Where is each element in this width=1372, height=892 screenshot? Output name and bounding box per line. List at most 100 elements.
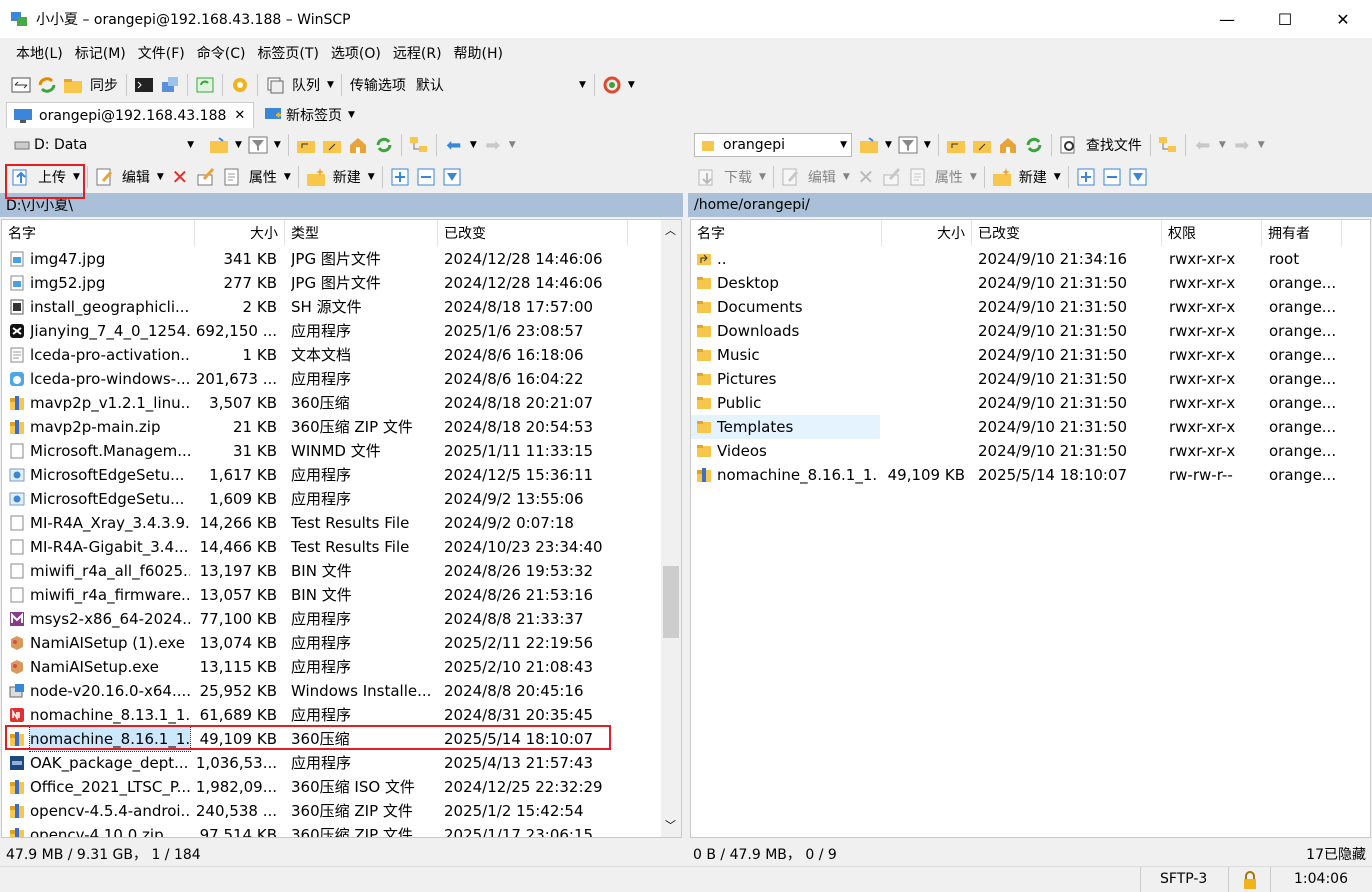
table-row[interactable]: lceda-pro-activation... 1 KB 文本文档 2024/8/6 … [2, 343, 659, 367]
find-files-button[interactable]: 查找文件 [1086, 135, 1142, 155]
queue-dropdown-icon[interactable]: ▼ [327, 80, 334, 90]
maximize-button[interactable]: ☐ [1256, 0, 1314, 38]
download-icon[interactable] [696, 166, 718, 188]
col-header-size[interactable]: 大小 [195, 220, 285, 246]
local-drive-select[interactable]: D: Data ▼ [8, 133, 198, 157]
filter-icon[interactable] [247, 134, 269, 156]
open-folder-dropdown-icon[interactable]: ▼ [235, 140, 242, 150]
tree-icon[interactable] [1157, 134, 1179, 156]
table-row[interactable]: MicrosoftEdgeSetu... 1,609 KB 应用程序 2024/9/2… [2, 487, 659, 511]
edit-icon[interactable] [94, 166, 116, 188]
edit-icon[interactable] [780, 166, 802, 188]
scroll-up-icon[interactable]: ︿ [665, 222, 676, 238]
sync-browse-icon[interactable] [36, 74, 58, 96]
root-dir-icon[interactable] [321, 134, 343, 156]
table-row[interactable]: MI-R4A_Xray_3.4.3.9... 14,266 KB Test Resu… [2, 511, 659, 535]
properties-icon[interactable] [221, 166, 243, 188]
properties-icon[interactable] [907, 166, 929, 188]
menu-item-2[interactable]: 文件(F) [132, 43, 191, 63]
table-row[interactable]: node-v20.16.0-x64.... 25,952 KB Windows In… [2, 679, 659, 703]
table-row[interactable]: nomachine_8.16.1_1... 49,109 KB 2025/5/14 … [691, 463, 1370, 487]
table-row[interactable]: Pictures 2024/9/10 21:31:50 rwxr-xr-x orang… [691, 367, 1370, 391]
terminal-icon[interactable] [133, 74, 155, 96]
scroll-down-icon[interactable]: ﹀ [665, 817, 676, 833]
new-dropdown-icon[interactable]: ▼ [1054, 172, 1061, 182]
forward-arrow-icon[interactable]: ➡ [482, 134, 504, 156]
select-filter-icon[interactable] [1127, 166, 1149, 188]
filter-dropdown-icon[interactable]: ▼ [924, 140, 931, 150]
delete-icon[interactable]: ✕ [169, 165, 191, 189]
home-icon[interactable] [997, 134, 1019, 156]
table-row[interactable]: miwifi_r4a_all_f6025... 13,197 KB BIN 文件 20… [2, 559, 659, 583]
col-header-modified[interactable]: 已改变 [972, 220, 1162, 246]
tab-new[interactable]: 新标签页 ▼ [258, 102, 370, 128]
upload-dropdown-icon[interactable]: ▼ [73, 172, 80, 182]
tree-icon[interactable] [408, 134, 430, 156]
putty-icon[interactable] [159, 74, 181, 96]
table-row[interactable]: NamiAISetup (1).exe 13,074 KB 应用程序 2025/2/1… [2, 631, 659, 655]
compare-dirs-icon[interactable] [10, 74, 32, 96]
transfer-settings-select[interactable]: 默认 ▼ [409, 73, 590, 97]
table-row[interactable]: Downloads 2024/9/10 21:31:50 rwxr-xr-x oran… [691, 319, 1370, 343]
sync-button[interactable]: 同步 [90, 75, 118, 95]
new-button[interactable]: 新建 [333, 167, 361, 187]
new-button[interactable]: 新建 [1019, 167, 1047, 187]
transfer-sync-dropdown-icon[interactable]: ▼ [628, 80, 635, 90]
properties-dropdown-icon[interactable]: ▼ [284, 172, 291, 182]
menu-item-0[interactable]: 本地(L) [10, 43, 69, 63]
properties-button[interactable]: 属性 [249, 167, 277, 187]
minimize-button[interactable]: — [1198, 0, 1256, 38]
col-header-name[interactable]: 名字 ^ [2, 220, 195, 246]
menu-item-5[interactable]: 选项(O) [325, 43, 387, 63]
upload-button[interactable]: 上传 [38, 167, 66, 187]
menu-item-6[interactable]: 远程(R) [387, 43, 448, 63]
new-icon[interactable] [991, 166, 1013, 188]
back-dropdown-icon[interactable]: ▼ [470, 140, 477, 150]
transfer-sync-icon[interactable] [601, 74, 623, 96]
close-tab-icon[interactable]: ✕ [234, 108, 245, 123]
download-button[interactable]: 下载 [724, 167, 752, 187]
refresh-icon[interactable] [194, 74, 216, 96]
table-row[interactable]: nomachine_8.16.1_1... 49,109 KB 360压缩 2025/… [2, 726, 659, 752]
download-dropdown-icon[interactable]: ▼ [759, 172, 766, 182]
edit-button[interactable]: 编辑 [122, 167, 150, 187]
table-row[interactable]: install_geographicli... 2 KB SH 源文件 2024/8/… [2, 295, 659, 319]
col-header-modified[interactable]: 已改变 [438, 220, 628, 246]
unselect-minus-icon[interactable] [1101, 166, 1123, 188]
refresh-icon[interactable] [1023, 134, 1045, 156]
col-header-type[interactable]: 类型 [285, 220, 438, 246]
filter-dropdown-icon[interactable]: ▼ [274, 140, 281, 150]
forward-arrow-icon[interactable]: ➡ [1231, 134, 1253, 156]
select-filter-icon[interactable] [441, 166, 463, 188]
table-row[interactable]: MI-R4A-Gigabit_3.4.... 14,466 KB Test Resu… [2, 535, 659, 559]
menu-item-1[interactable]: 标记(M) [69, 43, 132, 63]
table-row[interactable]: img52.jpg 277 KB JPG 图片文件 2024/12/28 14:46:… [2, 271, 659, 295]
table-row[interactable]: Microsoft.Managem... 31 KB WINMD 文件 2025/1/… [2, 439, 659, 463]
delete-icon[interactable]: ✕ [855, 165, 877, 189]
open-folder-icon[interactable] [858, 134, 880, 156]
filter-icon[interactable] [897, 134, 919, 156]
table-row[interactable]: Public 2024/9/10 21:31:50 rwxr-xr-x orange.… [691, 391, 1370, 415]
select-plus-icon[interactable] [1075, 166, 1097, 188]
home-icon[interactable] [347, 134, 369, 156]
edit-dropdown-icon[interactable]: ▼ [157, 172, 164, 182]
table-row[interactable]: miwifi_r4a_firmware... 13,057 KB BIN 文件 202… [2, 583, 659, 607]
close-button[interactable]: ✕ [1314, 0, 1372, 38]
open-folder-icon[interactable] [208, 134, 230, 156]
back-arrow-icon[interactable]: ⬅ [1192, 134, 1214, 156]
parent-dir-icon[interactable] [945, 134, 967, 156]
forward-dropdown-icon[interactable]: ▼ [509, 140, 516, 150]
table-row[interactable]: Documents 2024/9/10 21:31:50 rwxr-xr-x oran… [691, 295, 1370, 319]
refresh-icon[interactable] [373, 134, 395, 156]
rename-icon[interactable] [195, 166, 217, 188]
find-files-icon[interactable] [1058, 134, 1080, 156]
menu-item-7[interactable]: 帮助(H) [448, 43, 509, 63]
table-row[interactable]: msys2-x86_64-2024... 77,100 KB 应用程序 2024/8/… [2, 607, 659, 631]
table-row[interactable]: MicrosoftEdgeSetu... 1,617 KB 应用程序 2024/12/… [2, 463, 659, 487]
select-plus-icon[interactable] [389, 166, 411, 188]
root-dir-icon[interactable] [971, 134, 993, 156]
table-row[interactable]: Music 2024/9/10 21:31:50 rwxr-xr-x orange..… [691, 343, 1370, 367]
col-header-permissions[interactable]: 权限 [1162, 220, 1262, 246]
preferences-gear-icon[interactable] [229, 74, 251, 96]
properties-dropdown-icon[interactable]: ▼ [970, 172, 977, 182]
